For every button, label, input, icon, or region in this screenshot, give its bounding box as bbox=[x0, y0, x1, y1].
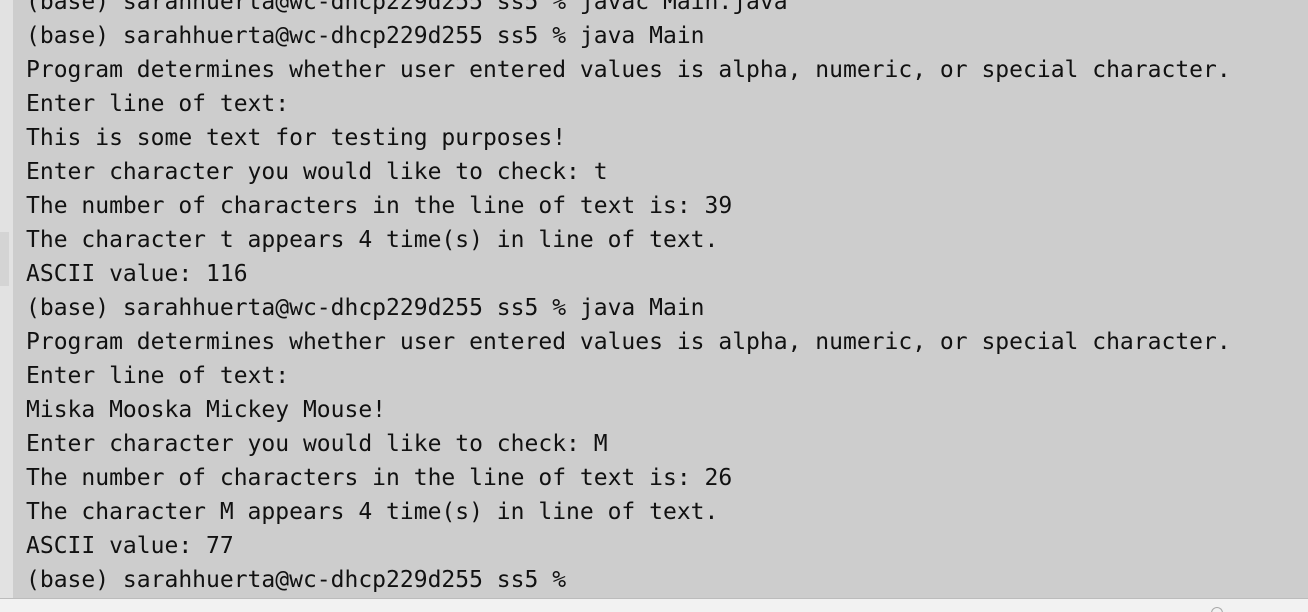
left-gutter bbox=[0, 0, 13, 598]
resize-handle-icon[interactable] bbox=[1211, 607, 1223, 612]
terminal-line-ascii-value: ASCII value: 116 bbox=[26, 261, 248, 287]
terminal-line-occurrence-count: The character t appears 4 time(s) in lin… bbox=[26, 227, 719, 253]
terminal-window: (base) sarahhuerta@wc-dhcp229d255 ss5 % … bbox=[0, 0, 1308, 612]
terminal-line-occurrence-count: The character M appears 4 time(s) in lin… bbox=[26, 499, 719, 525]
terminal-line-user-text: This is some text for testing purposes! bbox=[26, 125, 567, 151]
terminal-line-run-command: (base) sarahhuerta@wc-dhcp229d255 ss5 % … bbox=[26, 23, 705, 49]
terminal-line-prompt-character: Enter character you would like to check:… bbox=[26, 159, 608, 185]
terminal-line-character-count: The number of characters in the line of … bbox=[26, 193, 733, 219]
terminal-line-program-description: Program determines whether user entered … bbox=[26, 57, 1231, 83]
terminal-line-compile-command: (base) sarahhuerta@wc-dhcp229d255 ss5 % … bbox=[26, 0, 788, 15]
bottom-status-bar bbox=[0, 598, 1308, 612]
terminal-line-character-count: The number of characters in the line of … bbox=[26, 465, 733, 491]
gutter-marker bbox=[0, 232, 9, 286]
terminal-line-shell-prompt[interactable]: (base) sarahhuerta@wc-dhcp229d255 ss5 % bbox=[26, 563, 1231, 597]
terminal-line-run-command: (base) sarahhuerta@wc-dhcp229d255 ss5 % … bbox=[26, 295, 705, 321]
terminal-line-prompt-text: Enter line of text: bbox=[26, 91, 290, 117]
terminal-line-ascii-value: ASCII value: 77 bbox=[26, 533, 234, 559]
terminal-output-area[interactable]: (base) sarahhuerta@wc-dhcp229d255 ss5 % … bbox=[13, 0, 1308, 598]
terminal-line-prompt-text: Enter line of text: bbox=[26, 363, 290, 389]
terminal-line-program-description: Program determines whether user entered … bbox=[26, 329, 1231, 355]
terminal-lines: (base) sarahhuerta@wc-dhcp229d255 ss5 % … bbox=[26, 0, 1231, 597]
terminal-line-user-text: Miska Mooska Mickey Mouse! bbox=[26, 397, 387, 423]
terminal-line-prompt-character: Enter character you would like to check:… bbox=[26, 431, 608, 457]
